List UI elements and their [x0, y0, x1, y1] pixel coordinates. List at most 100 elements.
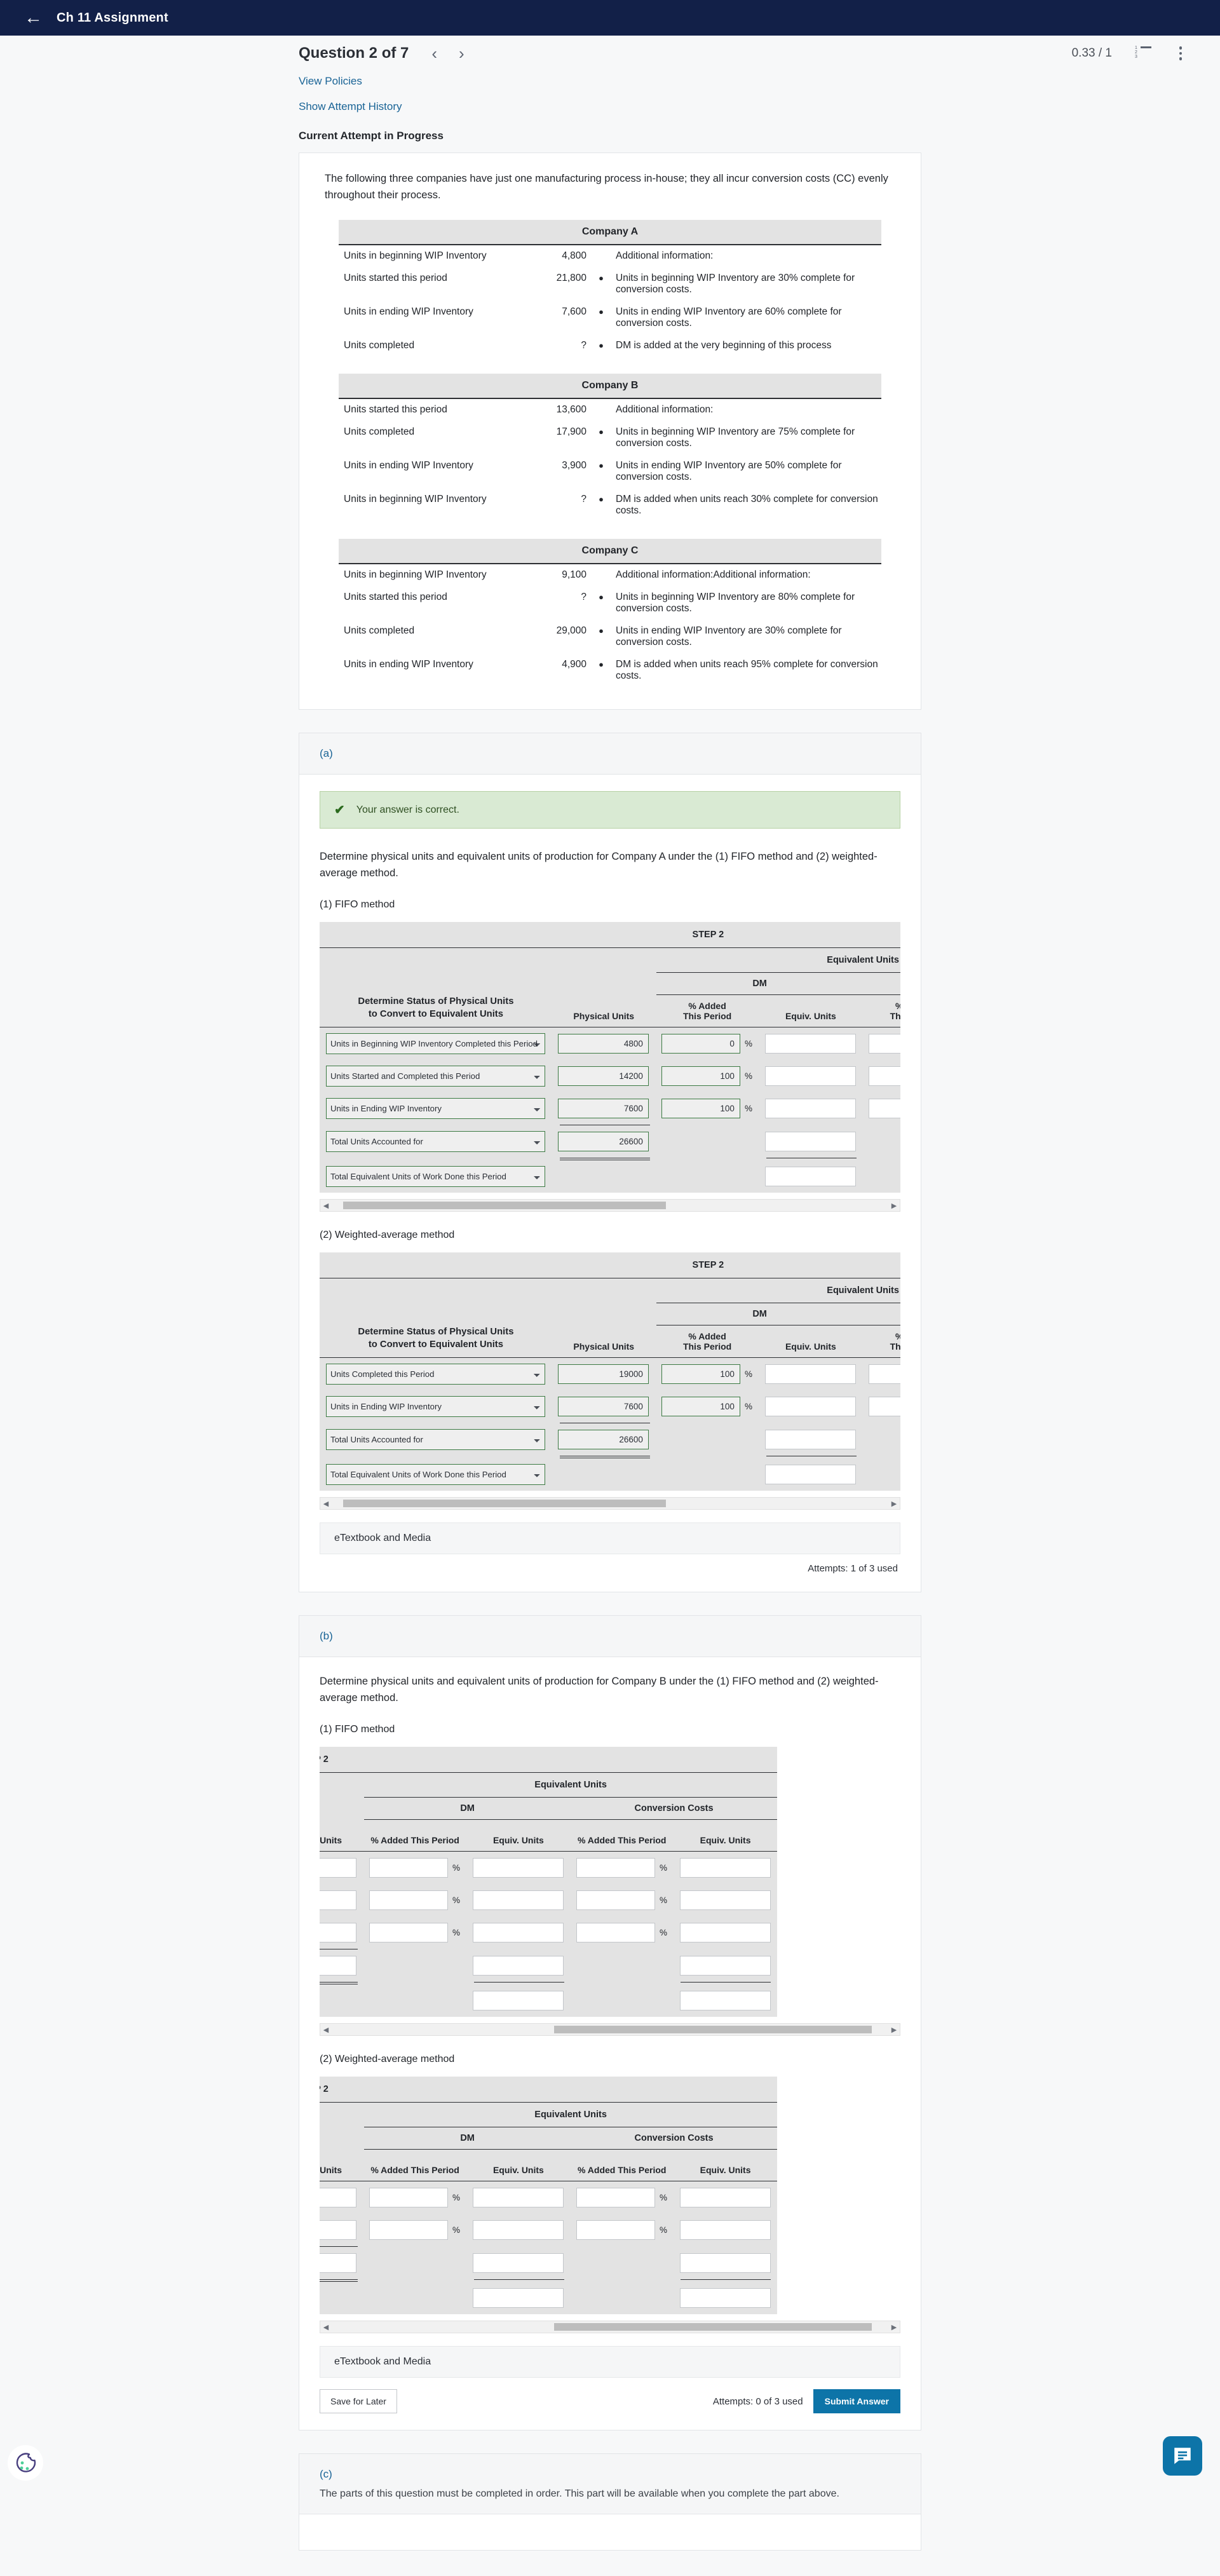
physical-units-input[interactable] — [320, 1956, 356, 1976]
dm-pct-input[interactable] — [661, 1099, 740, 1119]
cc-pct-input[interactable] — [576, 2188, 655, 2208]
scroll-right-icon[interactable]: ▶ — [888, 1500, 900, 1508]
physical-units-input[interactable] — [557, 1099, 649, 1119]
cc-equiv-units-input[interactable] — [679, 1858, 771, 1878]
physical-units-input[interactable] — [320, 2253, 356, 2274]
scroll-right-icon[interactable]: ▶ — [888, 2026, 900, 2034]
scroll-left-icon[interactable]: ◀ — [320, 2323, 332, 2331]
dm-equiv-units-input[interactable] — [764, 1034, 856, 1054]
dm-pct-input[interactable] — [661, 1397, 740, 1417]
physical-units-input[interactable] — [557, 1364, 649, 1385]
physical-units-input[interactable] — [557, 1430, 649, 1450]
dm-pct-input[interactable] — [661, 1066, 740, 1087]
status-dropdown[interactable]: Units Started and Completed this Period — [326, 1066, 545, 1087]
status-dropdown[interactable]: Units in Ending WIP Inventory — [326, 1098, 545, 1120]
status-dropdown[interactable]: Units in Ending WIP Inventory — [326, 1396, 545, 1418]
scroll-thumb[interactable] — [554, 2323, 872, 2331]
dm-equiv-units-input[interactable] — [472, 1890, 564, 1911]
dm-equiv-units-input[interactable] — [764, 1099, 856, 1119]
scroll-left-icon[interactable]: ◀ — [320, 2026, 332, 2034]
cc-equiv-units-input[interactable] — [679, 2253, 771, 2274]
cc-equiv-units-input[interactable] — [679, 2188, 771, 2208]
cc-equiv-units-input[interactable] — [679, 2220, 771, 2240]
scroll-right-icon[interactable]: ▶ — [888, 1202, 900, 1210]
dm-pct-input[interactable] — [369, 2188, 448, 2208]
physical-units-input[interactable] — [557, 1132, 649, 1152]
dm-equiv-units-input[interactable] — [764, 1364, 856, 1385]
dm-equiv-units-input[interactable] — [764, 1167, 856, 1187]
dm-pct-input[interactable] — [369, 1923, 448, 1943]
dm-pct-input[interactable] — [661, 1364, 740, 1385]
part-b-etextbook-link[interactable]: eTextbook and Media — [320, 2346, 900, 2378]
cc-pct-input[interactable] — [576, 1858, 655, 1878]
physical-units-input[interactable] — [320, 2188, 356, 2208]
physical-units-input[interactable] — [320, 1858, 356, 1878]
dm-equiv-units-input[interactable] — [472, 1991, 564, 2011]
dm-equiv-units-input[interactable] — [764, 1132, 856, 1152]
cc-pct-input[interactable] — [576, 1890, 655, 1911]
cc-equiv-units-input[interactable] — [679, 1890, 771, 1911]
cc-equiv-units-input[interactable] — [679, 1956, 771, 1976]
scroll-thumb[interactable] — [342, 1202, 666, 1210]
part-a-fifo-scrollbar[interactable]: ◀ ▶ — [320, 1199, 900, 1212]
part-a-wavg-scrollbar[interactable]: ◀ ▶ — [320, 1497, 900, 1510]
dm-equiv-units-input[interactable] — [472, 2220, 564, 2240]
dm-pct-input[interactable] — [661, 1034, 740, 1054]
physical-units-input[interactable] — [320, 1923, 356, 1943]
scroll-track[interactable] — [332, 2026, 888, 2034]
cc-pct-input[interactable] — [868, 1397, 900, 1417]
status-dropdown[interactable]: Units in Beginning WIP Inventory Complet… — [326, 1033, 545, 1055]
status-dropdown[interactable]: Total Units Accounted for — [326, 1131, 545, 1153]
scroll-track[interactable] — [332, 2323, 888, 2331]
cc-pct-input[interactable] — [576, 2220, 655, 2240]
next-question-button[interactable]: › — [459, 45, 464, 62]
cc-pct-input[interactable] — [868, 1364, 900, 1385]
numbered-list-icon[interactable]: 123 — [1135, 46, 1151, 60]
cc-pct-input[interactable] — [868, 1099, 900, 1119]
dm-equiv-units-input[interactable] — [472, 1956, 564, 1976]
dm-equiv-units-input[interactable] — [472, 2253, 564, 2274]
dm-pct-input[interactable] — [369, 1858, 448, 1878]
scroll-thumb[interactable] — [342, 1500, 666, 1508]
scroll-track[interactable] — [332, 1500, 888, 1508]
part-b-wavg-scrollbar[interactable]: ◀ ▶ — [320, 2321, 900, 2334]
submit-answer-button[interactable]: Submit Answer — [813, 2389, 900, 2414]
physical-units-input[interactable] — [557, 1397, 649, 1417]
prev-question-button[interactable]: ‹ — [431, 45, 437, 62]
status-dropdown[interactable]: Total Equivalent Units of Work Done this… — [326, 1166, 545, 1188]
dm-equiv-units-input[interactable] — [472, 1858, 564, 1878]
dm-equiv-units-input[interactable] — [764, 1397, 856, 1417]
cookie-settings-button[interactable] — [8, 2445, 43, 2481]
dm-equiv-units-input[interactable] — [764, 1465, 856, 1485]
scroll-track[interactable] — [332, 1202, 888, 1210]
show-attempt-history-link[interactable]: Show Attempt History — [299, 100, 921, 113]
status-dropdown[interactable]: Total Units Accounted for — [326, 1429, 545, 1451]
back-arrow-icon[interactable]: ← — [24, 8, 43, 27]
dm-pct-input[interactable] — [369, 2220, 448, 2240]
physical-units-input[interactable] — [557, 1034, 649, 1054]
physical-units-input[interactable] — [557, 1066, 649, 1087]
scroll-left-icon[interactable]: ◀ — [320, 1202, 332, 1210]
cc-equiv-units-input[interactable] — [679, 2288, 771, 2308]
cc-pct-input[interactable] — [868, 1034, 900, 1054]
view-policies-link[interactable]: View Policies — [299, 75, 921, 88]
scroll-thumb[interactable] — [554, 2026, 872, 2034]
dm-equiv-units-input[interactable] — [472, 2288, 564, 2308]
dm-equiv-units-input[interactable] — [472, 1923, 564, 1943]
dm-equiv-units-input[interactable] — [764, 1430, 856, 1450]
dm-equiv-units-input[interactable] — [472, 2188, 564, 2208]
physical-units-input[interactable] — [320, 1890, 356, 1911]
dm-pct-input[interactable] — [369, 1890, 448, 1911]
part-a-etextbook-link[interactable]: eTextbook and Media — [320, 1522, 900, 1555]
cc-equiv-units-input[interactable] — [679, 1923, 771, 1943]
cc-pct-input[interactable] — [868, 1066, 900, 1087]
physical-units-input[interactable] — [320, 2220, 356, 2240]
kebab-menu-icon[interactable] — [1178, 46, 1183, 60]
save-for-later-button[interactable]: Save for Later — [320, 2389, 397, 2414]
status-dropdown[interactable]: Units Completed this Period — [326, 1364, 545, 1385]
part-b-fifo-scrollbar[interactable]: ◀ ▶ — [320, 2023, 900, 2037]
chat-support-button[interactable] — [1163, 2436, 1202, 2476]
cc-pct-input[interactable] — [576, 1923, 655, 1943]
scroll-left-icon[interactable]: ◀ — [320, 1500, 332, 1508]
cc-equiv-units-input[interactable] — [679, 1991, 771, 2011]
